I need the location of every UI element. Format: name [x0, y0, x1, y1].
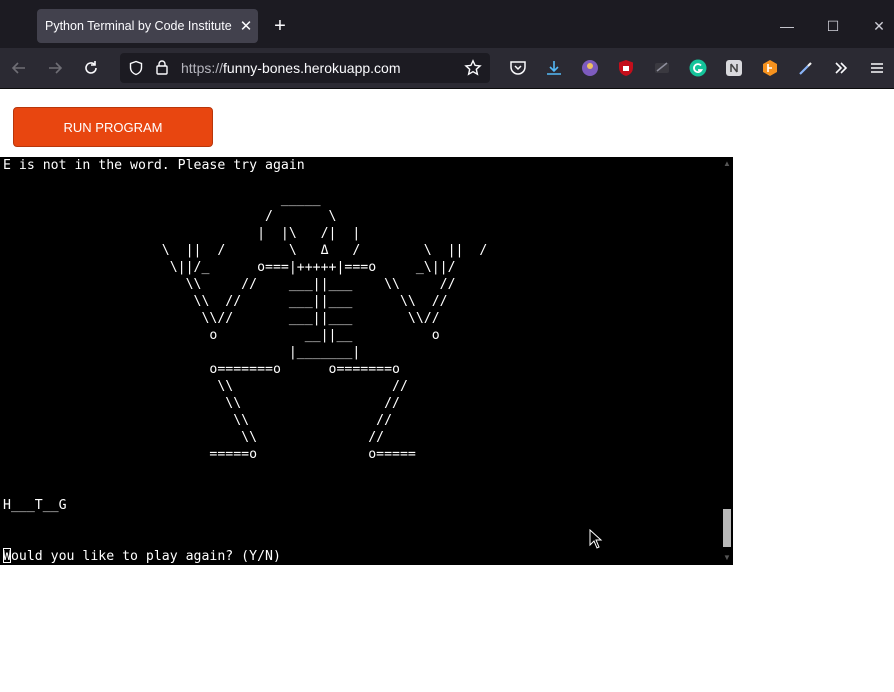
- tab-python-terminal[interactable]: Python Terminal by Code Institute ✕: [37, 9, 258, 43]
- url-text[interactable]: https://funny-bones.herokuapp.com: [181, 60, 400, 76]
- tab-strip: Python Terminal by Code Institute ✕ + — …: [0, 0, 894, 48]
- terminal-line: |_______|: [3, 345, 361, 360]
- honey-icon[interactable]: [761, 59, 779, 77]
- toolbar-divider: [0, 88, 894, 89]
- terminal-line: H___T__G: [3, 498, 67, 513]
- terminal-line: E is not in the word. Please try again: [3, 158, 305, 173]
- app-menu-button[interactable]: [864, 55, 890, 81]
- terminal-line: \\ //: [3, 430, 385, 445]
- extension-avatar-icon[interactable]: [581, 59, 599, 77]
- run-program-button[interactable]: RUN PROGRAM: [13, 107, 213, 147]
- hamburger-menu-icon: [871, 63, 883, 73]
- terminal[interactable]: E is not in the word. Please try again _…: [0, 157, 733, 565]
- terminal-output: E is not in the word. Please try again _…: [3, 157, 487, 565]
- terminal-cursor: [3, 548, 11, 563]
- terminal-line: =====o o=====: [3, 447, 416, 462]
- back-arrow-icon: [11, 62, 25, 74]
- terminal-scrollbar[interactable]: ▲ ▼: [721, 157, 733, 565]
- grammarly-icon[interactable]: [689, 59, 707, 77]
- nav-toolbar: https://funny-bones.herokuapp.com: [0, 48, 894, 88]
- more-extensions-button[interactable]: [828, 55, 854, 81]
- minimize-button[interactable]: —: [772, 12, 802, 40]
- reader-extension-icon[interactable]: [653, 59, 671, 77]
- terminal-line: \\ //: [3, 396, 400, 411]
- tab-title: Python Terminal by Code Institute: [45, 19, 232, 33]
- maximize-button[interactable]: ☐: [818, 12, 848, 40]
- mouse-pointer-icon: [589, 529, 603, 549]
- shield-icon[interactable]: [128, 60, 144, 76]
- bookmark-star-icon[interactable]: [464, 59, 482, 77]
- forward-arrow-icon: [49, 62, 63, 74]
- terminal-line: \||/_ o===|+++++|===o _\||/: [3, 260, 456, 275]
- downloads-icon[interactable]: [545, 59, 563, 77]
- terminal-line: \\ //: [3, 379, 408, 394]
- terminal-line: \\ // ___||___ \\ //: [3, 277, 456, 292]
- terminal-line: o __||__ o: [3, 328, 440, 343]
- terminal-line: _____: [3, 192, 321, 207]
- terminal-line: | |\ /| |: [3, 226, 361, 241]
- terminal-line: o=======o o=======o: [3, 362, 400, 377]
- back-button[interactable]: [6, 55, 32, 81]
- terminal-line: Would you like to play again? (Y/N): [3, 549, 281, 564]
- scroll-up-arrow-icon[interactable]: ▲: [721, 159, 733, 169]
- lock-icon[interactable]: [154, 59, 170, 76]
- reload-icon: [85, 61, 97, 74]
- terminal-line: \ || / \ Δ / \ || /: [3, 243, 488, 258]
- terminal-line: \\ //: [3, 413, 393, 428]
- url-domain: funny-bones.herokuapp.com: [223, 60, 401, 76]
- new-tab-button[interactable]: +: [268, 12, 292, 40]
- notion-icon[interactable]: [725, 59, 743, 77]
- forward-button[interactable]: [42, 55, 68, 81]
- terminal-line: \\ // ___||___ \\ //: [3, 294, 448, 309]
- ublock-icon[interactable]: [617, 59, 635, 77]
- url-bar[interactable]: https://funny-bones.herokuapp.com: [120, 53, 490, 83]
- terminal-line: \\// ___||___ \\//: [3, 311, 440, 326]
- terminal-line: / \: [3, 209, 337, 224]
- color-picker-icon[interactable]: [797, 59, 815, 77]
- scrollbar-thumb[interactable]: [723, 509, 731, 547]
- chevron-double-right-icon: [835, 62, 848, 74]
- url-protocol: https://: [181, 60, 224, 76]
- reload-button[interactable]: [78, 55, 104, 81]
- pocket-icon[interactable]: [509, 59, 527, 77]
- close-window-button[interactable]: ✕: [864, 12, 894, 40]
- scroll-down-arrow-icon[interactable]: ▼: [721, 553, 733, 563]
- tab-close-icon[interactable]: ✕: [234, 17, 258, 35]
